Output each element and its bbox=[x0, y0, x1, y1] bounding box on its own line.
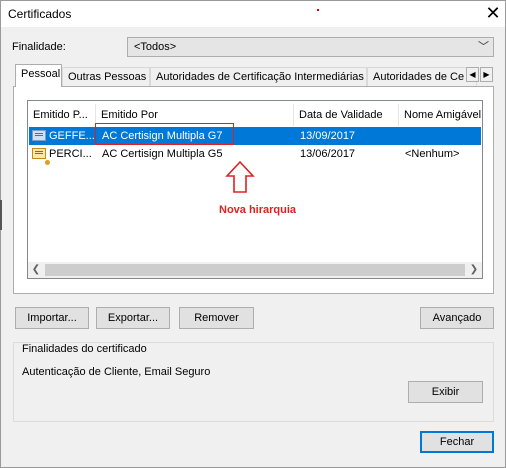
tab-label: Autoridades de Ce bbox=[373, 71, 465, 83]
cell-issued-to: GEFFE... bbox=[49, 130, 95, 142]
cell-friendly-name: <Nenhum> bbox=[405, 148, 460, 160]
export-button[interactable]: Exportar... bbox=[96, 307, 170, 329]
tab-label: Pessoal bbox=[21, 68, 61, 80]
close-icon[interactable]: ✕ bbox=[483, 3, 503, 23]
cell-expiration: 13/06/2017 bbox=[300, 148, 356, 160]
column-header-friendly-name[interactable]: Nome Amigável bbox=[399, 104, 482, 126]
tab-autoridades-intermediarias[interactable]: Autoridades de Certificação Intermediári… bbox=[150, 67, 367, 86]
column-label: Data de Validade bbox=[299, 109, 383, 121]
tab-outras-pessoas[interactable]: Outras Pessoas bbox=[62, 67, 150, 86]
scroll-right-icon[interactable]: ❯ bbox=[466, 262, 482, 278]
chevron-down-icon: ﹀ bbox=[478, 41, 489, 53]
purposes-title: Finalidades do certificado bbox=[22, 343, 147, 355]
column-header-expiration[interactable]: Data de Validade bbox=[294, 104, 399, 126]
cell-expiration: 13/09/2017 bbox=[300, 130, 356, 142]
column-header-issued-to[interactable]: Emitido P... bbox=[28, 104, 96, 126]
tab-label: Outras Pessoas bbox=[68, 71, 147, 83]
finalidade-select[interactable]: <Todos> ﹀ bbox=[127, 37, 494, 57]
view-button[interactable]: Exibir bbox=[408, 381, 483, 403]
chevron-right-icon[interactable]: ▶ bbox=[480, 67, 493, 82]
column-label: Emitido Por bbox=[101, 109, 158, 121]
tab-pessoal[interactable]: Pessoal bbox=[15, 64, 62, 87]
cell-issued-by: AC Certisign Multipla G5 bbox=[102, 148, 223, 160]
advanced-button[interactable]: Avançado bbox=[420, 307, 494, 329]
annotation-text: Nova hirarquia bbox=[219, 204, 297, 216]
arrow-up-icon bbox=[225, 160, 255, 193]
window-title: Certificados bbox=[8, 7, 72, 21]
background-window-edge bbox=[0, 200, 2, 230]
remove-button[interactable]: Remover bbox=[179, 307, 254, 329]
finalidade-value: <Todos> bbox=[134, 41, 177, 53]
close-button[interactable]: Fechar bbox=[420, 431, 494, 453]
chevron-left-icon[interactable]: ◀ bbox=[466, 67, 479, 82]
cell-issued-to: PERCI... bbox=[49, 148, 92, 160]
finalidade-label: Finalidade: bbox=[12, 41, 66, 53]
title-bar: Certificados ✕ bbox=[1, 1, 505, 27]
import-button[interactable]: Importar... bbox=[15, 307, 89, 329]
scroll-left-icon[interactable]: ❮ bbox=[28, 262, 44, 278]
annotation-highlight-box bbox=[95, 123, 234, 145]
tab-label: Autoridades de Certificação Intermediári… bbox=[156, 71, 364, 83]
horizontal-scrollbar[interactable]: ❮ ❯ bbox=[28, 262, 482, 278]
certificate-icon bbox=[32, 148, 50, 165]
column-label: Nome Amigável bbox=[404, 109, 482, 121]
tab-autoridades-raiz[interactable]: Autoridades de Ce bbox=[367, 67, 477, 86]
scrollbar-thumb[interactable] bbox=[45, 264, 465, 276]
purposes-value: Autenticação de Cliente, Email Seguro bbox=[22, 366, 211, 378]
column-label: Emitido P... bbox=[33, 109, 88, 121]
annotation-dot bbox=[317, 9, 319, 11]
certificate-icon bbox=[32, 130, 46, 141]
